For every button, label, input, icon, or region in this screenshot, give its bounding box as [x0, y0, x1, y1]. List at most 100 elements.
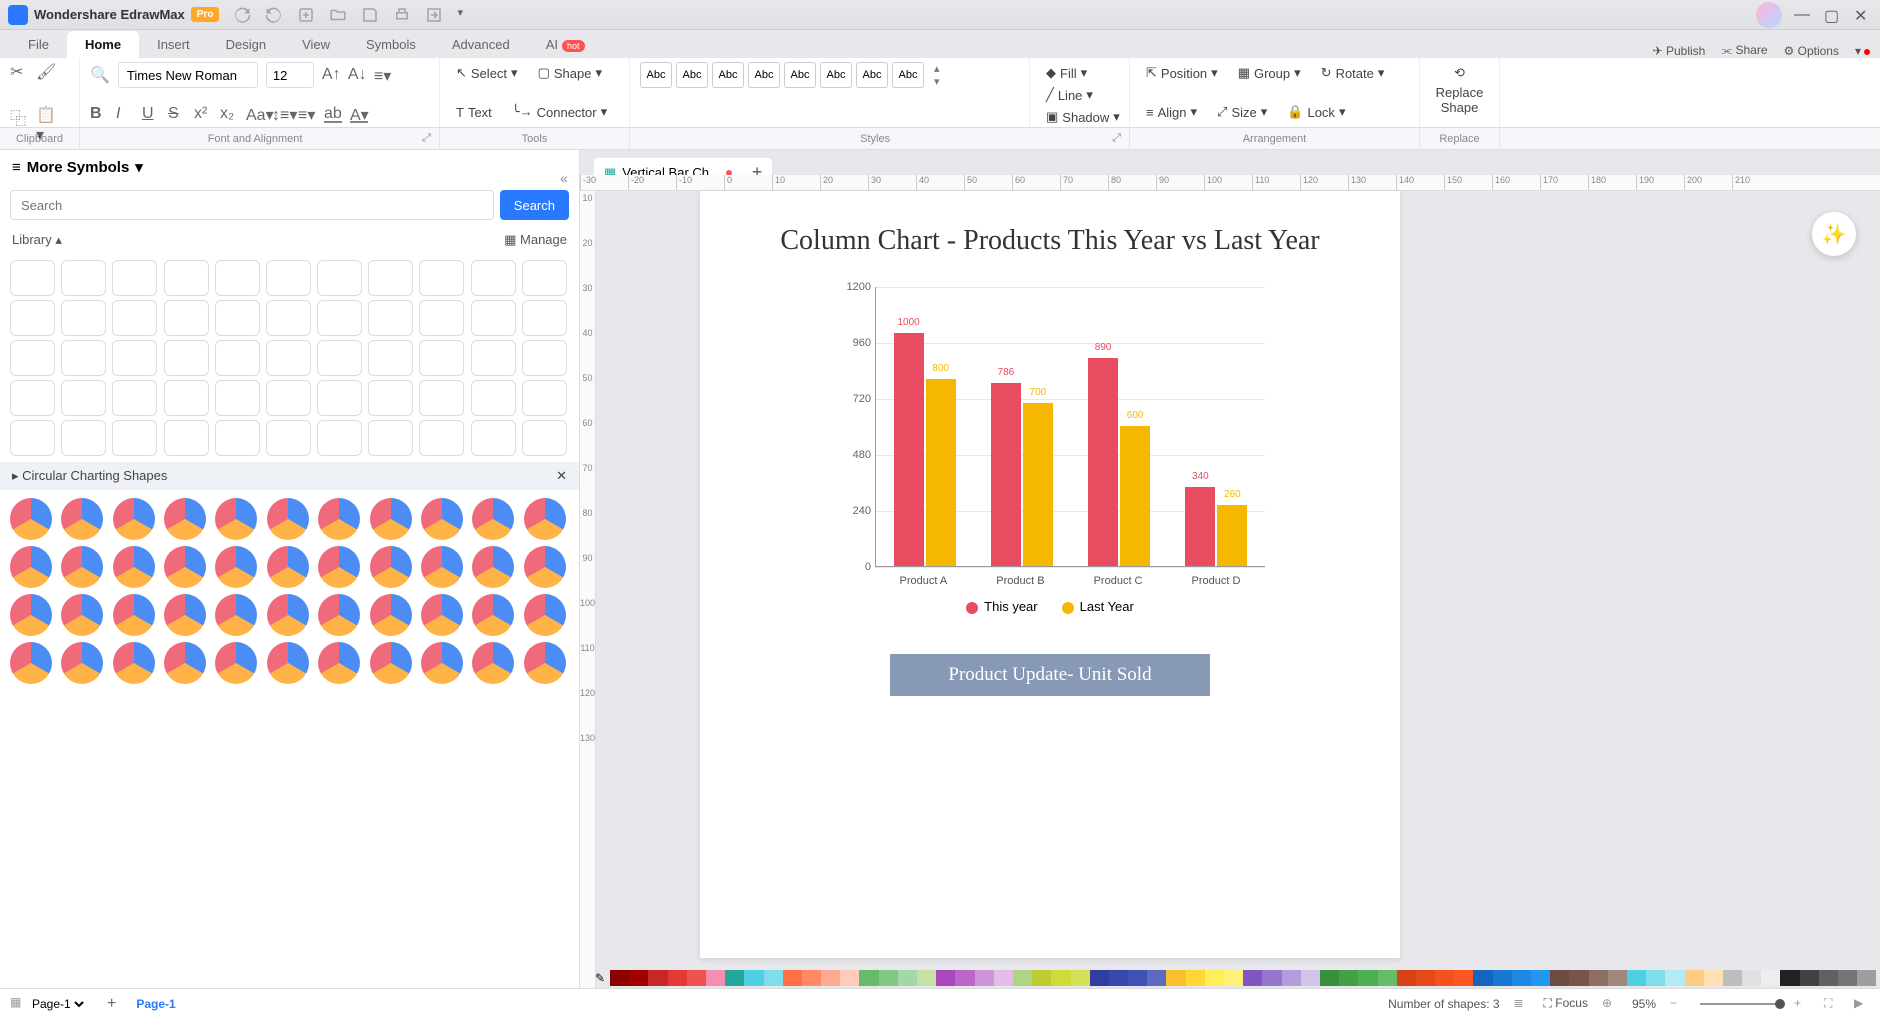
canvas-page[interactable]: Column Chart - Products This Year vs Las…: [700, 191, 1400, 958]
qat-overflow-icon[interactable]: ▾: [457, 6, 463, 24]
shape-stencil[interactable]: [266, 380, 311, 416]
avatar[interactable]: [1756, 2, 1782, 28]
circular-chart-stencil[interactable]: [318, 642, 360, 684]
circular-chart-stencil[interactable]: [472, 546, 514, 588]
color-swatch[interactable]: [917, 970, 936, 986]
shape-stencil[interactable]: [522, 260, 567, 296]
color-swatch[interactable]: [975, 970, 994, 986]
shape-stencil[interactable]: [419, 380, 464, 416]
shape-stencil[interactable]: [10, 300, 55, 336]
circular-chart-stencil[interactable]: [318, 498, 360, 540]
circular-chart-stencil[interactable]: [10, 546, 52, 588]
shape-stencil[interactable]: [522, 300, 567, 336]
color-swatch[interactable]: [1704, 970, 1723, 986]
collapse-sidebar-icon[interactable]: «: [560, 170, 578, 188]
circular-chart-stencil[interactable]: [61, 594, 103, 636]
shape-stencil[interactable]: [164, 340, 209, 376]
zoom-in-icon[interactable]: +: [1794, 996, 1810, 1012]
copy-icon[interactable]: ⿻: [10, 105, 28, 123]
color-swatch[interactable]: [1473, 970, 1492, 986]
shape-stencil[interactable]: [112, 340, 157, 376]
circular-chart-stencil[interactable]: [215, 594, 257, 636]
minimize-icon[interactable]: —: [1794, 6, 1812, 24]
color-swatch[interactable]: [821, 970, 840, 986]
color-swatch[interactable]: [1531, 970, 1550, 986]
shape-stencil[interactable]: [522, 420, 567, 456]
page-tab[interactable]: Page-1: [136, 997, 175, 1011]
color-swatch[interactable]: [1320, 970, 1339, 986]
circular-chart-stencil[interactable]: [113, 498, 155, 540]
color-swatch[interactable]: [1512, 970, 1531, 986]
circular-chart-stencil[interactable]: [472, 642, 514, 684]
circular-chart-stencil[interactable]: [524, 594, 566, 636]
circular-chart-stencil[interactable]: [421, 642, 463, 684]
shape-stencil[interactable]: [164, 300, 209, 336]
shape-stencil[interactable]: [215, 260, 260, 296]
connector-button[interactable]: ╰→ Connector ▾: [506, 101, 613, 123]
format-painter-icon[interactable]: 🖌: [36, 62, 54, 80]
color-swatch[interactable]: [1819, 970, 1838, 986]
underline-icon[interactable]: U: [142, 105, 160, 123]
paste-icon[interactable]: 📋▾: [36, 105, 54, 123]
page-select[interactable]: Page-1: [28, 996, 87, 1012]
shape-stencil[interactable]: [471, 260, 516, 296]
close-icon[interactable]: ✕: [1854, 6, 1872, 24]
circular-chart-stencil[interactable]: [215, 642, 257, 684]
circular-chart-stencil[interactable]: [318, 594, 360, 636]
color-swatch[interactable]: [802, 970, 821, 986]
shape-stencil[interactable]: [112, 380, 157, 416]
style-more-icon[interactable]: ▴▾: [934, 62, 940, 88]
fit-icon[interactable]: ⊕: [1602, 996, 1618, 1012]
page-view-icon[interactable]: ▦: [10, 995, 28, 1013]
color-swatch[interactable]: [936, 970, 955, 986]
color-swatch[interactable]: [725, 970, 744, 986]
color-swatch[interactable]: [1358, 970, 1377, 986]
notification-icon[interactable]: ▾: [1855, 44, 1870, 58]
shape-stencil[interactable]: [215, 340, 260, 376]
circular-chart-stencil[interactable]: [370, 498, 412, 540]
shape-stencil[interactable]: [368, 340, 413, 376]
shape-stencil[interactable]: [112, 420, 157, 456]
circular-chart-stencil[interactable]: [524, 498, 566, 540]
shape-stencil[interactable]: [317, 260, 362, 296]
maximize-icon[interactable]: ▢: [1824, 6, 1842, 24]
tab-home[interactable]: Home: [67, 31, 139, 58]
shape-stencil[interactable]: [419, 420, 464, 456]
present-icon[interactable]: ▶: [1854, 996, 1870, 1012]
color-swatch[interactable]: [955, 970, 974, 986]
font-family-select[interactable]: [118, 62, 258, 88]
color-swatch[interactable]: [1262, 970, 1281, 986]
color-swatch[interactable]: [1646, 970, 1665, 986]
shape-stencil[interactable]: [419, 340, 464, 376]
color-swatch[interactable]: [1857, 970, 1876, 986]
layers-icon[interactable]: ≣: [1514, 996, 1530, 1012]
shape-stencil[interactable]: [61, 300, 106, 336]
color-swatch[interactable]: [1301, 970, 1320, 986]
share-button[interactable]: ⫘ Share: [1721, 43, 1767, 58]
shape-stencil[interactable]: [266, 260, 311, 296]
color-swatch[interactable]: [1166, 970, 1185, 986]
circular-chart-stencil[interactable]: [370, 594, 412, 636]
new-icon[interactable]: [297, 6, 315, 24]
tab-design[interactable]: Design: [208, 31, 284, 58]
replace-shape-button[interactable]: ⟲Replace Shape: [1430, 62, 1489, 118]
shape-button[interactable]: ▢ Shape ▾: [532, 62, 608, 84]
cut-icon[interactable]: ✂: [10, 62, 28, 80]
color-swatch[interactable]: [1569, 970, 1588, 986]
color-swatch[interactable]: [1800, 970, 1819, 986]
shape-stencil[interactable]: [10, 340, 55, 376]
shape-stencil[interactable]: [471, 380, 516, 416]
style-preset[interactable]: Abc: [640, 62, 672, 88]
publish-button[interactable]: ✈ Publish: [1653, 44, 1706, 58]
color-swatch[interactable]: [1627, 970, 1646, 986]
ai-fab-button[interactable]: ✨: [1812, 212, 1856, 256]
color-swatch[interactable]: [879, 970, 898, 986]
color-swatch[interactable]: [629, 970, 648, 986]
shape-stencil[interactable]: [164, 420, 209, 456]
style-preset[interactable]: Abc: [712, 62, 744, 88]
shape-stencil[interactable]: [164, 380, 209, 416]
highlight-icon[interactable]: ab: [324, 105, 342, 123]
style-preset[interactable]: Abc: [784, 62, 816, 88]
line-button[interactable]: ╱ Line ▾: [1040, 84, 1119, 106]
circular-chart-stencil[interactable]: [113, 594, 155, 636]
